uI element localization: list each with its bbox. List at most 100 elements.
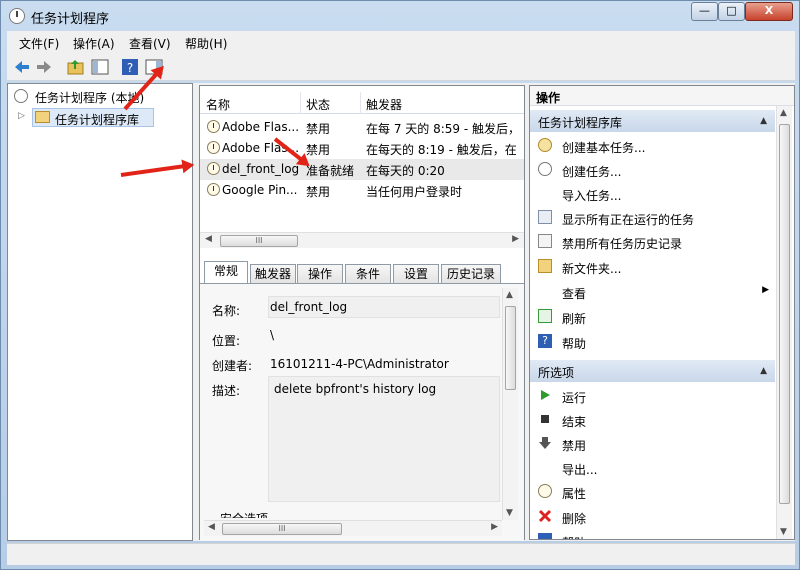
action-help[interactable]: ? 帮助 <box>530 331 775 353</box>
clock-icon <box>14 89 28 103</box>
task-pane: 名称 状态 触发器 Adobe Flas... 禁用 在每 7 天的 8:59 … <box>199 85 525 541</box>
action-help-selected[interactable]: 帮助 <box>530 530 775 539</box>
tab-history[interactable]: 历史记录 <box>441 264 501 284</box>
task-row[interactable]: Adobe Flas... 禁用 在每天的 8:19 - 触发后，在 <box>200 138 524 159</box>
tab-settings[interactable]: 设置 <box>393 264 439 284</box>
task-name: Google Pin... <box>222 183 298 197</box>
properties-clock-icon <box>538 484 552 498</box>
description-label: 描述: <box>212 384 241 398</box>
maximize-button[interactable]: □ <box>718 2 745 21</box>
action-view[interactable]: 查看 ▶ <box>530 281 775 303</box>
task-row[interactable]: Adobe Flas... 禁用 在每 7 天的 8:59 - 触发后， <box>200 117 524 138</box>
close-button[interactable]: X <box>745 2 793 21</box>
description-value: delete bpfront's history log <box>274 382 437 396</box>
action-properties[interactable]: 属性 <box>530 481 775 503</box>
section-title: 所选项 <box>538 366 575 380</box>
help-icon <box>538 533 552 539</box>
section-selected-item[interactable]: 所选项 ▲ <box>530 360 775 382</box>
window-title: 任务计划程序 <box>31 12 110 27</box>
scroll-thumb-vertical[interactable] <box>779 124 790 504</box>
general-tab-panel: 名称: del_front_log 位置: \ 创建者: 16101211-4-… <box>200 283 524 541</box>
help-icon: ? <box>538 334 552 348</box>
task-clock-icon <box>207 162 220 175</box>
collapse-icon[interactable]: ▲ <box>760 366 767 376</box>
action-run[interactable]: 运行 <box>530 385 775 407</box>
tab-triggers[interactable]: 触发器 <box>250 264 296 284</box>
scroll-left-icon[interactable]: ◀ <box>205 234 212 244</box>
location-value: \ <box>270 328 275 342</box>
scroll-left-icon[interactable]: ◀ <box>208 522 215 532</box>
tab-conditions[interactable]: 条件 <box>345 264 391 284</box>
scroll-thumb[interactable]: III <box>220 235 298 247</box>
help-icon[interactable]: ? <box>121 58 139 76</box>
task-trigger: 在每天的 0:20 <box>366 164 445 178</box>
run-icon <box>541 390 550 400</box>
location-label: 位置: <box>212 334 241 348</box>
clock-icon <box>9 8 25 24</box>
task-row-selected[interactable]: del_front_log 准备就绪 在每天的 0:20 <box>200 159 524 180</box>
action-delete[interactable]: 删除 <box>530 506 775 528</box>
menu-bar: 文件(F) 操作(A) 查看(V) 帮助(H) <box>7 31 795 53</box>
actions-vscrollbar[interactable]: ▲ ▼ <box>776 106 792 539</box>
task-name: Adobe Flas... <box>222 120 300 134</box>
task-trigger: 当任何用户登录时 <box>366 185 463 199</box>
scroll-thumb-vertical[interactable] <box>505 306 516 390</box>
action-refresh[interactable]: 刷新 <box>530 306 775 328</box>
tree-item-task-library[interactable]: ▷ 任务计划程序库 <box>18 108 154 128</box>
security-options-label: 安全选项 <box>220 510 268 518</box>
column-name[interactable]: 名称 <box>206 96 230 113</box>
status-bar <box>7 543 795 565</box>
menu-file[interactable]: 文件(F) <box>19 35 59 52</box>
detail-hscrollbar[interactable]: ◀ III ▶ <box>204 520 502 536</box>
new-folder-icon <box>538 259 552 273</box>
scroll-up-icon[interactable]: ▲ <box>780 108 787 118</box>
action-end[interactable]: 结束 <box>530 409 775 431</box>
up-folder-icon[interactable] <box>67 58 85 76</box>
column-trigger[interactable]: 触发器 <box>366 96 402 113</box>
stop-icon <box>541 415 549 423</box>
disable-down-arrow-icon <box>539 437 551 449</box>
task-trigger: 在每天的 8:19 - 触发后，在 <box>366 143 517 157</box>
actions-header: 操作 <box>530 86 794 106</box>
scroll-right-icon[interactable]: ▶ <box>512 234 519 244</box>
section-task-library[interactable]: 任务计划程序库 ▲ <box>530 110 775 132</box>
action-export[interactable]: 导出... <box>530 457 775 479</box>
action-new-folder[interactable]: 新文件夹... <box>530 256 775 278</box>
action-disable[interactable]: 禁用 <box>530 433 775 455</box>
scroll-down-icon[interactable]: ▼ <box>506 508 513 518</box>
scroll-down-icon[interactable]: ▼ <box>780 527 787 537</box>
collapse-icon[interactable]: ▲ <box>760 116 767 126</box>
task-row[interactable]: Google Pin... 禁用 当任何用户登录时 <box>200 180 524 201</box>
action-show-running-tasks[interactable]: 显示所有正在运行的任务 <box>530 207 775 229</box>
action-import-task[interactable]: 导入任务... <box>530 183 775 205</box>
menu-action[interactable]: 操作(A) <box>73 35 115 52</box>
author-label: 创建者: <box>212 359 253 373</box>
task-status: 准备就绪 <box>306 164 355 178</box>
scroll-up-icon[interactable]: ▲ <box>506 290 513 300</box>
menu-view[interactable]: 查看(V) <box>129 35 171 52</box>
menu-help[interactable]: 帮助(H) <box>185 35 227 52</box>
task-status: 禁用 <box>306 143 331 157</box>
tab-general[interactable]: 常规 <box>204 261 248 285</box>
scroll-thumb[interactable]: III <box>222 523 342 535</box>
show-hide-console-tree-icon[interactable] <box>91 58 109 76</box>
action-create-basic-task[interactable]: 创建基本任务... <box>530 135 775 157</box>
create-task-icon <box>538 162 552 176</box>
expand-icon[interactable]: ▷ <box>18 111 25 121</box>
name-label: 名称: <box>212 304 241 318</box>
task-status: 禁用 <box>306 185 331 199</box>
minimize-button[interactable]: — <box>691 2 718 21</box>
action-disable-history[interactable]: 禁用所有任务历史记录 <box>530 231 775 253</box>
forward-arrow-icon[interactable] <box>35 58 53 76</box>
task-clock-icon <box>207 120 220 133</box>
toolbar: ? <box>7 53 795 81</box>
back-arrow-icon[interactable] <box>13 58 31 76</box>
column-status[interactable]: 状态 <box>306 96 330 113</box>
task-status: 禁用 <box>306 122 331 136</box>
detail-vscrollbar[interactable]: ▲ ▼ <box>502 288 518 520</box>
scroll-right-icon[interactable]: ▶ <box>491 522 498 532</box>
tab-actions[interactable]: 操作 <box>297 264 343 284</box>
folder-clock-icon <box>35 111 50 123</box>
task-list-hscrollbar[interactable]: ◀ III ▶ <box>200 232 524 248</box>
action-create-task[interactable]: 创建任务... <box>530 159 775 181</box>
